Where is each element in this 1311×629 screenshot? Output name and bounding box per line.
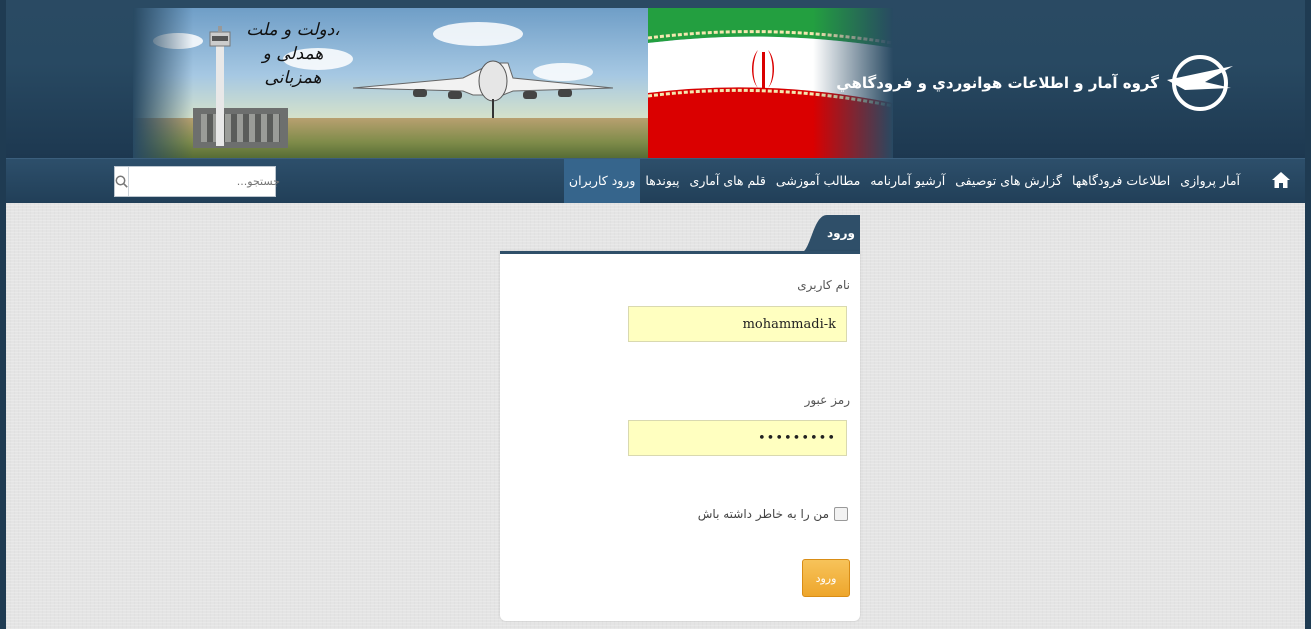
search-box bbox=[114, 166, 286, 197]
nav-item-flight-stats[interactable]: آمار پروازی bbox=[1175, 159, 1245, 203]
site-brand[interactable]: گروه آمار و اطلاعات هوانوردي و فرودگاهي bbox=[836, 52, 1235, 114]
remember-me-checkbox[interactable] bbox=[834, 507, 848, 521]
right-frame bbox=[1305, 0, 1311, 629]
search-input[interactable] bbox=[129, 167, 286, 196]
nav-item-yearbook-archive[interactable]: آرشیو آمارنامه bbox=[865, 159, 950, 203]
header-slogan: دولت و ملت، همدلی و همزبانی bbox=[233, 18, 353, 90]
username-field[interactable] bbox=[628, 306, 847, 342]
airplane-image bbox=[353, 60, 613, 118]
login-card: نام کاربری رمز عبور من را به خاطر داشته … bbox=[500, 251, 860, 621]
login-tab-title: ورود bbox=[827, 226, 855, 240]
slogan-line-1: دولت و ملت، bbox=[246, 20, 340, 40]
header-banner: دولت و ملت، همدلی و همزبانی bbox=[133, 8, 893, 158]
site-title: گروه آمار و اطلاعات هوانوردي و فرودگاهي bbox=[836, 74, 1159, 92]
home-icon[interactable] bbox=[1271, 171, 1291, 189]
nav-item-links[interactable]: پیوندها bbox=[640, 159, 684, 203]
remember-me-label: من را به خاطر داشته باش bbox=[697, 507, 829, 521]
control-tower-image bbox=[209, 26, 231, 146]
search-icon bbox=[115, 175, 128, 188]
password-label: رمز عبور bbox=[804, 393, 850, 407]
search-button[interactable] bbox=[115, 167, 129, 196]
nav-menu: آمار پروازی اطلاعات فرودگاهها گزارش های … bbox=[563, 159, 1245, 203]
nav-item-statistical-items[interactable]: قلم های آماری bbox=[685, 159, 771, 203]
nav-item-user-login[interactable]: ورود کاربران bbox=[563, 159, 641, 203]
login-button[interactable]: ورود bbox=[802, 559, 850, 597]
nav-item-educational-content[interactable]: مطالب آموزشی bbox=[771, 159, 865, 203]
remember-me[interactable]: من را به خاطر داشته باش bbox=[698, 507, 848, 521]
nav-item-airports-info[interactable]: اطلاعات فرودگاهها bbox=[1067, 159, 1175, 203]
site-logo-icon bbox=[1167, 55, 1233, 111]
site-header: دولت و ملت، همدلی و همزبانی گروه آمار و … bbox=[6, 0, 1305, 158]
nav-item-descriptive-reports[interactable]: گزارش های توصیفی bbox=[950, 159, 1067, 203]
slogan-line-2: همدلی و همزبانی bbox=[262, 44, 324, 88]
username-label: نام کاربری bbox=[797, 278, 850, 292]
password-field[interactable] bbox=[628, 420, 847, 456]
main-navbar: آمار پروازی اطلاعات فرودگاهها گزارش های … bbox=[6, 158, 1305, 204]
